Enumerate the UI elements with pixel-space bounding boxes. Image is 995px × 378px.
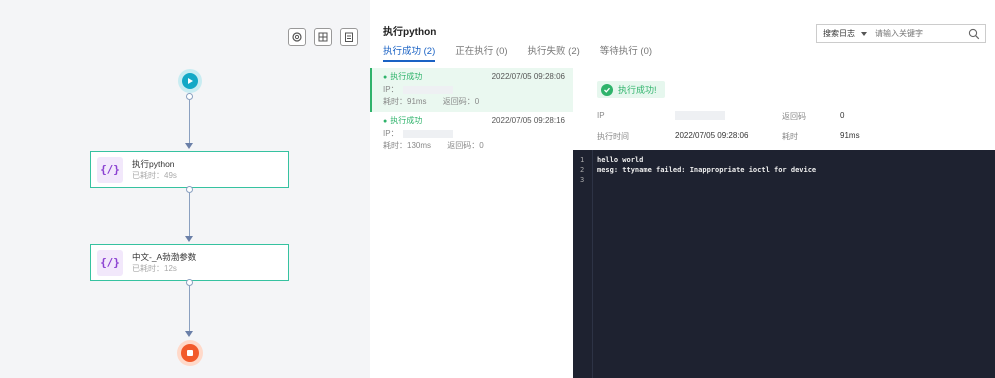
task-name: 中文-_A勃渤参数 (132, 251, 197, 262)
ip-mask (402, 129, 453, 138)
tab-success[interactable]: 执行成功 (2) (383, 43, 436, 62)
line-number: 2 (580, 166, 585, 174)
task-elapsed: 已耗时：49s (132, 170, 177, 180)
status-label: 执行成功 (383, 71, 422, 84)
status-label: 执行成功 (383, 115, 422, 128)
duration: 耗时：130ms (383, 141, 432, 150)
line-number: 3 (580, 176, 585, 184)
ip-mask (402, 85, 453, 94)
refresh-button[interactable] (288, 28, 306, 46)
duration: 耗时：91ms (383, 97, 427, 106)
time-label: 执行时间 (597, 132, 629, 141)
arrow-icon (185, 236, 193, 242)
layout-button[interactable] (314, 28, 332, 46)
log-line: 2 mesg: ttyname failed: Inappropriate io… (573, 165, 993, 175)
time-value: 2022/07/05 09:28:06 (675, 131, 749, 140)
canvas-toolbar (288, 28, 358, 46)
ip-label: IP (597, 111, 605, 120)
script-icon: {/} (97, 156, 123, 183)
play-icon (182, 73, 198, 89)
exec-date: 2022/07/05 09:28:16 (491, 116, 565, 125)
arrow-icon (185, 331, 193, 337)
log-console[interactable]: 1 hello world 2 mesg: ttyname failed: In… (573, 150, 995, 378)
grid-icon (318, 32, 328, 42)
status-tabs: 执行成功 (2) 正在执行 (0) 执行失败 (2) 等待执行 (0) (383, 43, 672, 62)
connector-dot (186, 279, 193, 286)
log-line: 3 (573, 175, 993, 185)
code-label: 返回码 (782, 112, 806, 121)
line-number: 1 (580, 156, 585, 164)
refresh-icon (292, 32, 302, 42)
connector-dot (186, 93, 193, 100)
badge-text: 执行成功! (618, 85, 657, 95)
tab-failed[interactable]: 执行失败 (2) (528, 43, 580, 62)
task-node[interactable]: {/} 中文-_A勃渤参数 已耗时：12s (90, 244, 289, 281)
end-node[interactable] (177, 340, 203, 366)
connector-line (189, 193, 190, 237)
execution-list: 执行成功 2022/07/05 09:28:06 IP： 耗时：91ms 返回码… (370, 68, 573, 378)
flow-canvas: {/} 执行python 已耗时：49s {/} 中文-_A勃渤参数 已耗时：1… (0, 0, 370, 378)
log-search: 搜索日志 (816, 24, 986, 43)
panel-title: 执行python (383, 27, 437, 38)
ip-label: IP： (383, 129, 399, 138)
start-node[interactable] (178, 69, 202, 93)
detail-grid: IP 返回码 0 执行时间 2022/07/05 09:28:06 耗时 91m… (597, 111, 987, 151)
execution-panel: 执行python 执行成功 (2) 正在执行 (0) 执行失败 (2) 等待执行… (370, 0, 995, 378)
clipboard-icon (345, 32, 353, 42)
script-icon: {/} (97, 249, 123, 276)
list-item[interactable]: 执行成功 2022/07/05 09:28:16 IP： 耗时：130ms 返回… (370, 112, 573, 156)
task-node[interactable]: {/} 执行python 已耗时：49s (90, 151, 289, 188)
connector-line (189, 286, 190, 332)
task-name: 执行python (132, 158, 175, 169)
return-code: 返回码：0 (447, 141, 484, 150)
connector-dot (186, 186, 193, 193)
list-item[interactable]: 执行成功 2022/07/05 09:28:06 IP： 耗时：91ms 返回码… (370, 68, 573, 112)
clipboard-button[interactable] (340, 28, 358, 46)
search-type-select[interactable]: 搜索日志 (817, 28, 873, 39)
execution-detail: 执行成功! IP 返回码 0 执行时间 2022/07/05 09:28:06 … (573, 68, 995, 150)
tab-waiting[interactable]: 等待执行 (0) (600, 43, 652, 62)
success-badge: 执行成功! (597, 81, 665, 98)
duration-value: 91ms (840, 131, 860, 140)
search-input[interactable] (875, 29, 960, 38)
arrow-icon (185, 143, 193, 149)
stop-icon (181, 344, 199, 362)
duration-label: 耗时 (782, 132, 798, 141)
check-circle-icon (601, 83, 613, 96)
search-type-label: 搜索日志 (823, 29, 855, 38)
exec-date: 2022/07/05 09:28:06 (491, 72, 565, 81)
code-value: 0 (840, 111, 845, 120)
search-icon[interactable] (968, 28, 980, 40)
log-line: 1 hello world (573, 155, 993, 165)
line-text: mesg: ttyname failed: Inappropriate ioct… (597, 166, 817, 174)
tab-running[interactable]: 正在执行 (0) (455, 43, 507, 62)
connector-line (189, 100, 190, 144)
return-code: 返回码：0 (442, 97, 480, 106)
ip-mask (675, 111, 725, 120)
line-text: hello world (597, 156, 644, 164)
caret-down-icon (861, 31, 867, 36)
task-elapsed: 已耗时：12s (132, 263, 177, 273)
ip-label: IP： (383, 85, 399, 94)
